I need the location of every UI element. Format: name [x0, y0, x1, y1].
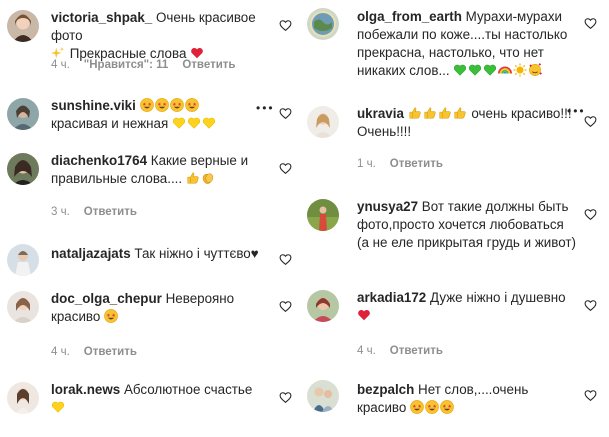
timestamp: 4 ч. — [51, 346, 70, 358]
username[interactable]: arkadia172 — [357, 290, 426, 305]
avatar[interactable] — [7, 10, 39, 42]
username[interactable]: diachenko1764 — [51, 153, 147, 168]
more-options-icon[interactable]: ••• — [256, 101, 275, 115]
comment-text: красивая и нежная — [51, 116, 169, 131]
comment-meta: 4 ч. Ответить — [51, 346, 151, 358]
reply-button[interactable]: Ответить — [390, 345, 443, 357]
avatar[interactable] — [7, 98, 39, 130]
comment-body: lorak.news Абсолютное счастье — [51, 381, 266, 417]
reply-button[interactable]: Ответить — [84, 206, 137, 218]
like-heart-icon[interactable] — [279, 253, 292, 266]
username[interactable]: bezpalch — [357, 382, 414, 397]
username[interactable]: sunshine.viki — [51, 98, 136, 113]
comment-text: Так ніжно і чуттєво♥ — [134, 246, 259, 261]
green-heart-emoji — [483, 63, 497, 77]
comments-column-right: olga_from_earth Мурахи-мурахи побежали п… — [305, 0, 609, 437]
comment-body: arkadia172 Дуже ніжно і душевно — [357, 289, 579, 325]
thumbs-up-emoji — [408, 106, 422, 120]
username[interactable]: lorak.news — [51, 382, 120, 397]
avatar[interactable] — [307, 199, 339, 231]
like-heart-icon[interactable] — [584, 115, 597, 128]
star-struck-emoji — [170, 98, 184, 112]
avatar[interactable] — [307, 290, 339, 322]
star-struck-emoji — [185, 98, 199, 112]
timestamp: 4 ч. — [51, 59, 70, 71]
star-struck-emoji — [155, 98, 169, 112]
like-heart-icon[interactable] — [279, 107, 292, 120]
red-heart-emoji — [190, 46, 204, 60]
username[interactable]: victoria_shpak_ — [51, 10, 152, 25]
reply-button[interactable]: Ответить — [390, 158, 443, 170]
comment-meta: 3 ч. Ответить — [51, 206, 151, 218]
comment-body: nataljazajats Так ніжно і чуттєво♥ — [51, 245, 266, 263]
username[interactable]: ynusya27 — [357, 199, 418, 214]
avatar[interactable] — [7, 382, 39, 414]
timestamp: 3 ч. — [51, 206, 70, 218]
like-heart-icon[interactable] — [584, 389, 597, 402]
avatar[interactable] — [7, 153, 39, 185]
star-struck-emoji — [425, 400, 439, 414]
likes-count[interactable]: "Нравится": 11 — [84, 59, 169, 71]
like-heart-icon[interactable] — [279, 300, 292, 313]
comment-text: Абсолютное счастье — [123, 382, 253, 397]
comment-body: olga_from_earth Мурахи-мурахи побежали п… — [357, 8, 579, 80]
yellow-heart-emoji — [51, 400, 65, 414]
comment-meta: 4 ч. Ответить — [357, 345, 457, 357]
comments-column-left: victoria_shpak_ Очень красивое фото Прек… — [0, 0, 304, 437]
comment-body: ukravia очень красиво!!! Очень!!!! — [357, 105, 579, 141]
avatar[interactable] — [7, 291, 39, 323]
red-heart-emoji — [357, 308, 371, 322]
sparkles-emoji — [51, 46, 65, 60]
star-struck-emoji — [140, 98, 154, 112]
like-heart-icon[interactable] — [279, 162, 292, 175]
comment-body: doc_olga_chepur Неверояно красиво — [51, 290, 266, 326]
username[interactable]: olga_from_earth — [357, 9, 462, 24]
like-heart-icon[interactable] — [584, 208, 597, 221]
thumbs-up-emoji — [453, 106, 467, 120]
smiling-face-with-hearts-emoji — [528, 63, 542, 77]
green-heart-emoji — [453, 63, 467, 77]
like-heart-icon[interactable] — [279, 19, 292, 32]
star-struck-emoji — [440, 400, 454, 414]
username[interactable]: doc_olga_chepur — [51, 291, 162, 306]
like-heart-icon[interactable] — [584, 299, 597, 312]
reply-button[interactable]: Ответить — [84, 346, 137, 358]
reply-button[interactable]: Ответить — [182, 59, 235, 71]
comment-body: diachenko1764 Какие верные и правильные … — [51, 152, 266, 188]
like-heart-icon[interactable] — [584, 17, 597, 30]
like-heart-icon[interactable] — [279, 391, 292, 404]
avatar[interactable] — [307, 106, 339, 138]
rainbow-emoji — [498, 63, 512, 77]
username[interactable]: nataljazajats — [51, 246, 131, 261]
avatar[interactable] — [7, 244, 39, 276]
comment-body: victoria_shpak_ Очень красивое фото Прек… — [51, 9, 266, 63]
thumbs-up-emoji — [423, 106, 437, 120]
avatar[interactable] — [307, 8, 339, 40]
yellow-heart-emoji — [202, 116, 216, 130]
star-struck-emoji — [410, 400, 424, 414]
comment-body: bezpalch Нет слов,....очень красиво — [357, 381, 579, 417]
comment-meta: 1 ч. Ответить — [357, 158, 457, 170]
green-heart-emoji — [468, 63, 482, 77]
comment-meta: 4 ч. "Нравится": 11 Ответить — [51, 59, 249, 71]
sun-emoji — [513, 63, 527, 77]
thumbs-up-emoji — [438, 106, 452, 120]
star-struck-emoji — [104, 309, 118, 323]
more-options-icon[interactable]: ••• — [567, 104, 586, 118]
avatar[interactable] — [307, 380, 339, 412]
yellow-heart-emoji — [187, 116, 201, 130]
yellow-heart-emoji — [172, 116, 186, 130]
thumbs-up-emoji — [186, 171, 200, 185]
timestamp: 1 ч. — [357, 158, 376, 170]
clapping-hands-emoji — [201, 171, 215, 185]
comment-text: Дуже ніжно і душевно — [429, 290, 566, 305]
comment-body: sunshine.viki красивая и нежная — [51, 97, 266, 133]
username[interactable]: ukravia — [357, 106, 404, 121]
timestamp: 4 ч. — [357, 345, 376, 357]
comment-body: ynusya27 Вот такие должны быть фото,прос… — [357, 198, 579, 252]
